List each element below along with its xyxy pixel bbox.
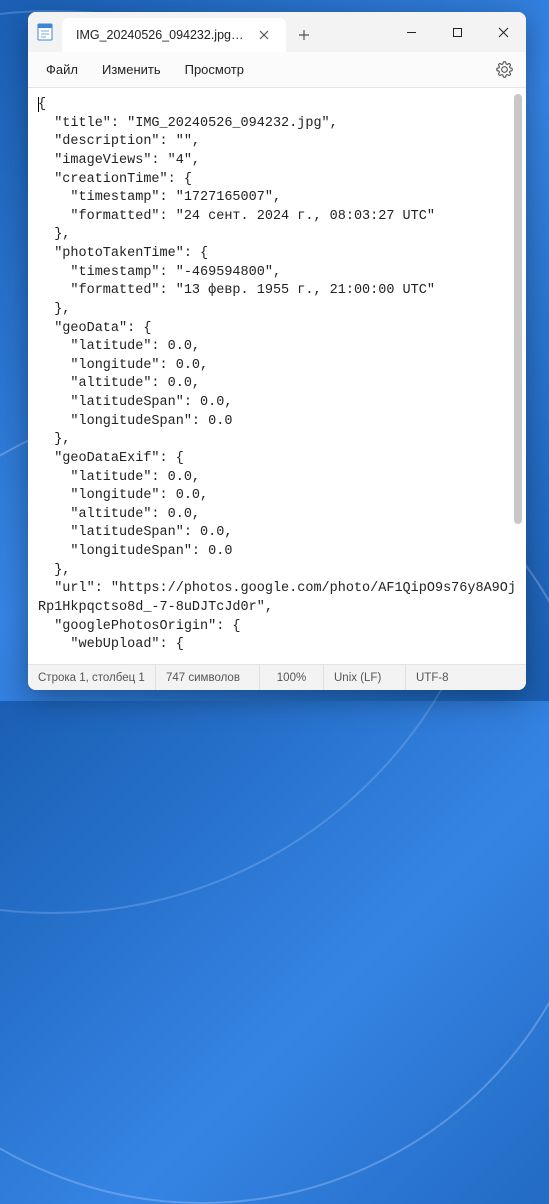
notepad-icon [36,23,54,41]
menu-edit[interactable]: Изменить [90,56,173,83]
close-icon [498,27,509,38]
menu-view[interactable]: Просмотр [173,56,256,83]
scrollbar-thumb[interactable] [514,94,522,524]
status-char-count: 747 символов [156,665,260,690]
settings-button[interactable] [488,54,520,86]
app-icon [28,12,62,52]
maximize-button[interactable] [434,12,480,52]
editor-content[interactable]: { "title": "IMG_20240526_094232.jpg", "d… [38,96,518,655]
status-cursor-position: Строка 1, столбец 1 [28,665,156,690]
status-encoding[interactable]: UTF-8 [406,665,526,690]
window-controls [388,12,526,52]
text-editor[interactable]: { "title": "IMG_20240526_094232.jpg", "d… [28,88,526,664]
new-tab-button[interactable] [286,18,322,52]
statusbar: Строка 1, столбец 1 747 символов 100% Un… [28,664,526,690]
status-line-ending[interactable]: Unix (LF) [324,665,406,690]
status-zoom[interactable]: 100% [260,665,324,690]
close-icon [259,30,269,40]
close-window-button[interactable] [480,12,526,52]
titlebar[interactable]: IMG_20240526_094232.jpg.json [28,12,526,52]
menu-file[interactable]: Файл [34,56,90,83]
tab-close-button[interactable] [252,23,276,47]
notepad-window: IMG_20240526_094232.jpg.json Файл Измени… [28,12,526,690]
tab-title: IMG_20240526_094232.jpg.json [76,28,246,42]
vertical-scrollbar[interactable] [512,94,524,658]
plus-icon [298,29,310,41]
minimize-button[interactable] [388,12,434,52]
gear-icon [496,61,513,78]
menubar: Файл Изменить Просмотр [28,52,526,88]
minimize-icon [406,27,417,38]
active-tab[interactable]: IMG_20240526_094232.jpg.json [62,18,286,52]
maximize-icon [452,27,463,38]
